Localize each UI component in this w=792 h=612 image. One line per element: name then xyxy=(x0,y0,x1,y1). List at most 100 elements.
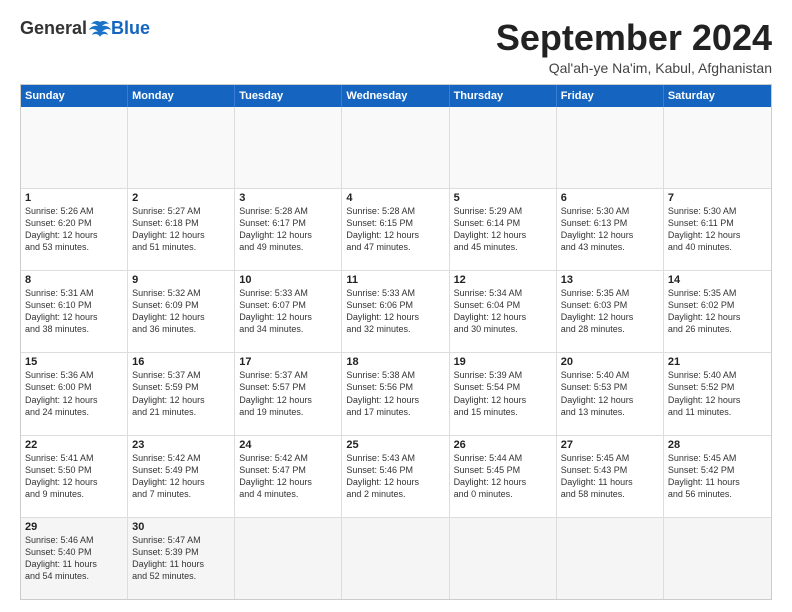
cell-info-line: Sunset: 5:45 PM xyxy=(454,464,552,476)
cell-info-line: Daylight: 11 hours xyxy=(132,558,230,570)
day-number: 4 xyxy=(346,192,444,204)
cell-info-line: and 49 minutes. xyxy=(239,241,337,253)
cell-info-line: Sunrise: 5:37 AM xyxy=(132,369,230,381)
cell-info-line: Sunset: 5:53 PM xyxy=(561,381,659,393)
calendar: Sunday Monday Tuesday Wednesday Thursday… xyxy=(20,84,772,600)
header: General Blue September 2024 Qal'ah-ye Na… xyxy=(20,18,772,76)
calendar-cell-2-5: 13Sunrise: 5:35 AMSunset: 6:03 PMDayligh… xyxy=(557,271,664,352)
cell-info-line: Sunrise: 5:29 AM xyxy=(454,205,552,217)
calendar-cell-2-6: 14Sunrise: 5:35 AMSunset: 6:02 PMDayligh… xyxy=(664,271,771,352)
cell-info-line: Daylight: 12 hours xyxy=(561,394,659,406)
calendar-cell-3-1: 16Sunrise: 5:37 AMSunset: 5:59 PMDayligh… xyxy=(128,353,235,434)
day-number: 24 xyxy=(239,439,337,451)
cell-info-line: Sunrise: 5:28 AM xyxy=(346,205,444,217)
cell-info-line: Sunset: 5:46 PM xyxy=(346,464,444,476)
day-number: 13 xyxy=(561,274,659,286)
calendar-row-1: 1Sunrise: 5:26 AMSunset: 6:20 PMDaylight… xyxy=(21,188,771,270)
cell-info-line: Daylight: 12 hours xyxy=(454,394,552,406)
cell-info-line: Sunset: 5:59 PM xyxy=(132,381,230,393)
calendar-cell-1-6: 7Sunrise: 5:30 AMSunset: 6:11 PMDaylight… xyxy=(664,189,771,270)
calendar-cell-5-6 xyxy=(664,518,771,599)
day-number: 6 xyxy=(561,192,659,204)
cell-info-line: Sunrise: 5:45 AM xyxy=(668,452,767,464)
day-number: 19 xyxy=(454,356,552,368)
calendar-row-4: 22Sunrise: 5:41 AMSunset: 5:50 PMDayligh… xyxy=(21,435,771,517)
calendar-cell-5-3 xyxy=(342,518,449,599)
day-number: 2 xyxy=(132,192,230,204)
cell-info-line: and 38 minutes. xyxy=(25,323,123,335)
logo: General Blue xyxy=(20,18,150,39)
cell-info-line: and 19 minutes. xyxy=(239,406,337,418)
cell-info-line: Sunset: 6:11 PM xyxy=(668,217,767,229)
cell-info-line: and 43 minutes. xyxy=(561,241,659,253)
cell-info-line: Sunrise: 5:45 AM xyxy=(561,452,659,464)
cell-info-line: Sunset: 6:18 PM xyxy=(132,217,230,229)
calendar-cell-2-1: 9Sunrise: 5:32 AMSunset: 6:09 PMDaylight… xyxy=(128,271,235,352)
cell-info-line: and 58 minutes. xyxy=(561,488,659,500)
day-number: 30 xyxy=(132,521,230,533)
calendar-cell-0-1 xyxy=(128,107,235,188)
cell-info-line: Sunrise: 5:30 AM xyxy=(668,205,767,217)
calendar-cell-4-6: 28Sunrise: 5:45 AMSunset: 5:42 PMDayligh… xyxy=(664,436,771,517)
cell-info-line: Sunrise: 5:26 AM xyxy=(25,205,123,217)
calendar-cell-4-2: 24Sunrise: 5:42 AMSunset: 5:47 PMDayligh… xyxy=(235,436,342,517)
calendar-cell-1-3: 4Sunrise: 5:28 AMSunset: 6:15 PMDaylight… xyxy=(342,189,449,270)
cell-info-line: Sunrise: 5:30 AM xyxy=(561,205,659,217)
cell-info-line: and 21 minutes. xyxy=(132,406,230,418)
cell-info-line: Sunset: 6:07 PM xyxy=(239,299,337,311)
calendar-cell-1-0: 1Sunrise: 5:26 AMSunset: 6:20 PMDaylight… xyxy=(21,189,128,270)
cell-info-line: Daylight: 12 hours xyxy=(239,229,337,241)
cell-info-line: and 17 minutes. xyxy=(346,406,444,418)
cell-info-line: Sunrise: 5:35 AM xyxy=(668,287,767,299)
day-number: 21 xyxy=(668,356,767,368)
cell-info-line: Daylight: 12 hours xyxy=(25,311,123,323)
calendar-row-3: 15Sunrise: 5:36 AMSunset: 6:00 PMDayligh… xyxy=(21,352,771,434)
page: General Blue September 2024 Qal'ah-ye Na… xyxy=(0,0,792,612)
calendar-cell-0-3 xyxy=(342,107,449,188)
logo-blue: Blue xyxy=(111,18,150,39)
calendar-cell-4-5: 27Sunrise: 5:45 AMSunset: 5:43 PMDayligh… xyxy=(557,436,664,517)
cell-info-line: and 30 minutes. xyxy=(454,323,552,335)
cell-info-line: and 51 minutes. xyxy=(132,241,230,253)
calendar-cell-3-6: 21Sunrise: 5:40 AMSunset: 5:52 PMDayligh… xyxy=(664,353,771,434)
day-number: 9 xyxy=(132,274,230,286)
calendar-cell-5-5 xyxy=(557,518,664,599)
cell-info-line: Daylight: 12 hours xyxy=(239,311,337,323)
cell-info-line: Daylight: 11 hours xyxy=(561,476,659,488)
calendar-cell-3-4: 19Sunrise: 5:39 AMSunset: 5:54 PMDayligh… xyxy=(450,353,557,434)
cell-info-line: Sunset: 5:39 PM xyxy=(132,546,230,558)
cell-info-line: Sunset: 6:13 PM xyxy=(561,217,659,229)
cell-info-line: Sunrise: 5:42 AM xyxy=(132,452,230,464)
cell-info-line: Sunrise: 5:40 AM xyxy=(668,369,767,381)
cell-info-line: Daylight: 12 hours xyxy=(132,394,230,406)
cell-info-line: and 54 minutes. xyxy=(25,570,123,582)
calendar-cell-4-0: 22Sunrise: 5:41 AMSunset: 5:50 PMDayligh… xyxy=(21,436,128,517)
logo-bird-icon xyxy=(89,20,111,38)
calendar-cell-1-1: 2Sunrise: 5:27 AMSunset: 6:18 PMDaylight… xyxy=(128,189,235,270)
cell-info-line: and 52 minutes. xyxy=(132,570,230,582)
cell-info-line: and 7 minutes. xyxy=(132,488,230,500)
cell-info-line: Daylight: 12 hours xyxy=(346,394,444,406)
calendar-cell-2-2: 10Sunrise: 5:33 AMSunset: 6:07 PMDayligh… xyxy=(235,271,342,352)
cell-info-line: Sunset: 6:06 PM xyxy=(346,299,444,311)
calendar-cell-2-4: 12Sunrise: 5:34 AMSunset: 6:04 PMDayligh… xyxy=(450,271,557,352)
cell-info-line: Sunrise: 5:41 AM xyxy=(25,452,123,464)
cell-info-line: and 26 minutes. xyxy=(668,323,767,335)
cell-info-line: and 0 minutes. xyxy=(454,488,552,500)
header-saturday: Saturday xyxy=(664,85,771,107)
cell-info-line: Sunrise: 5:33 AM xyxy=(346,287,444,299)
cell-info-line: Daylight: 12 hours xyxy=(239,394,337,406)
calendar-cell-0-0 xyxy=(21,107,128,188)
cell-info-line: Sunrise: 5:40 AM xyxy=(561,369,659,381)
calendar-cell-5-0: 29Sunrise: 5:46 AMSunset: 5:40 PMDayligh… xyxy=(21,518,128,599)
day-number: 5 xyxy=(454,192,552,204)
cell-info-line: Sunset: 5:54 PM xyxy=(454,381,552,393)
cell-info-line: and 24 minutes. xyxy=(25,406,123,418)
header-monday: Monday xyxy=(128,85,235,107)
cell-info-line: Daylight: 12 hours xyxy=(561,229,659,241)
cell-info-line: Sunset: 6:14 PM xyxy=(454,217,552,229)
cell-info-line: and 9 minutes. xyxy=(25,488,123,500)
cell-info-line: and 2 minutes. xyxy=(346,488,444,500)
cell-info-line: Daylight: 11 hours xyxy=(668,476,767,488)
calendar-cell-3-2: 17Sunrise: 5:37 AMSunset: 5:57 PMDayligh… xyxy=(235,353,342,434)
